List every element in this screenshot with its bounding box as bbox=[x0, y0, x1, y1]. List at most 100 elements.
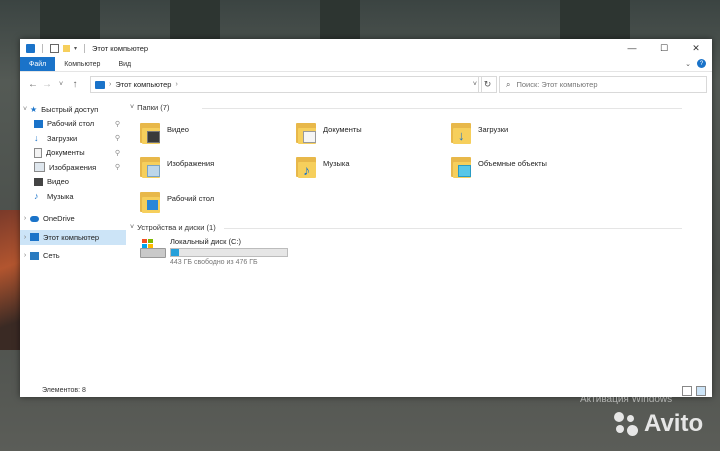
activation-title: Активация Windows bbox=[580, 394, 673, 405]
pin-icon[interactable]: ⚲ bbox=[115, 149, 120, 157]
minimize-button[interactable]: — bbox=[616, 39, 648, 57]
drive-usage-bar bbox=[170, 248, 288, 257]
background-car bbox=[0, 210, 22, 350]
up-button[interactable]: ↑ bbox=[68, 79, 82, 90]
chevron-right-icon[interactable]: › bbox=[20, 234, 30, 241]
sidebar-item-onedrive[interactable]: › OneDrive bbox=[20, 212, 126, 227]
avito-logo-icon bbox=[612, 410, 640, 438]
music-note-icon: ♪ bbox=[34, 191, 39, 202]
sidebar-item-quick-access[interactable]: ˅ ★ Быстрый доступ bbox=[20, 102, 126, 117]
refresh-button[interactable]: ↻ bbox=[478, 76, 497, 93]
documents-folder-icon bbox=[296, 119, 318, 145]
expand-ribbon-icon[interactable]: ⌄ bbox=[685, 60, 691, 68]
pin-icon[interactable]: ⚲ bbox=[115, 134, 120, 142]
folder-label: Объемные объекты bbox=[478, 159, 547, 168]
details-view-icon[interactable] bbox=[682, 386, 692, 396]
search-box[interactable]: ⌕ bbox=[499, 76, 707, 93]
sidebar-item-pictures[interactable]: Изображения ⚲ bbox=[20, 160, 126, 175]
folder-3d-objects[interactable]: Объемные объекты bbox=[451, 153, 601, 187]
large-icons-view-icon[interactable] bbox=[696, 386, 706, 396]
pin-icon[interactable]: ⚲ bbox=[115, 120, 120, 128]
tab-computer[interactable]: Компьютер bbox=[55, 57, 109, 71]
folder-label: Видео bbox=[167, 125, 189, 134]
sidebar-item-label: Изображения bbox=[49, 162, 97, 172]
forward-button[interactable]: → bbox=[40, 79, 54, 90]
properties-icon[interactable] bbox=[50, 43, 59, 53]
folder-desktop[interactable]: Рабочий стол bbox=[140, 188, 290, 222]
folder-downloads[interactable]: ↓ Загрузки bbox=[451, 119, 601, 153]
downloads-folder-icon: ↓ bbox=[451, 119, 473, 145]
sidebar-item-this-pc[interactable]: › Этот компьютер bbox=[20, 230, 126, 245]
sidebar-item-video[interactable]: Видео bbox=[20, 175, 126, 190]
chevron-down-icon[interactable]: ˅ bbox=[473, 81, 477, 88]
drive-c[interactable]: Локальный диск (C:) 443 ГБ свободно из 4… bbox=[138, 237, 288, 266]
devices-group-header[interactable]: ˅ Устройства и диски (1) bbox=[130, 223, 682, 232]
folder-label: Рабочий стол bbox=[167, 194, 215, 203]
sidebar-item-documents[interactable]: Документы ⚲ bbox=[20, 146, 126, 161]
chevron-right-icon: › bbox=[109, 81, 112, 88]
search-input[interactable] bbox=[514, 79, 699, 90]
document-icon bbox=[34, 147, 42, 158]
sidebar-item-label: Рабочий стол bbox=[47, 119, 95, 129]
window-controls: — ☐ ✕ bbox=[616, 39, 712, 57]
chevron-right-icon: › bbox=[175, 81, 178, 88]
tab-view[interactable]: Вид bbox=[109, 57, 140, 71]
star-icon: ★ bbox=[30, 104, 38, 114]
chevron-right-icon[interactable]: › bbox=[20, 252, 30, 259]
cloud-icon bbox=[30, 215, 39, 222]
chevron-down-icon[interactable]: ˅ bbox=[20, 106, 30, 113]
address-bar[interactable]: › Этот компьютер › ˅ bbox=[90, 76, 482, 93]
sidebar-item-label: Загрузки bbox=[47, 133, 78, 143]
recent-locations-button[interactable]: ˅ bbox=[54, 81, 68, 88]
drive-free-space: 443 ГБ свободно из 476 ГБ bbox=[170, 259, 258, 266]
sidebar-item-label: Видео bbox=[47, 177, 69, 187]
folder-music[interactable]: ♪ Музыка bbox=[296, 153, 446, 187]
back-button[interactable]: ← bbox=[26, 79, 40, 90]
window-title: Этот компьютер bbox=[92, 43, 149, 53]
ribbon-right: ⌄ ? bbox=[685, 59, 706, 68]
close-button[interactable]: ✕ bbox=[680, 39, 712, 57]
help-icon[interactable]: ? bbox=[697, 59, 706, 68]
sidebar-item-label: Этот компьютер bbox=[43, 232, 100, 242]
drive-name: Локальный диск (C:) bbox=[170, 237, 241, 246]
breadcrumb[interactable]: Этот компьютер bbox=[115, 80, 171, 89]
sidebar-item-music[interactable]: ♪ Музыка bbox=[20, 189, 126, 204]
sidebar-item-network[interactable]: › Сеть bbox=[20, 249, 126, 264]
item-count: Элементов: 8 bbox=[42, 387, 86, 394]
network-icon bbox=[30, 251, 39, 260]
folder-label: Музыка bbox=[323, 159, 350, 168]
folders-group-header[interactable]: ˅ Папки (7) bbox=[130, 103, 682, 112]
new-folder-icon[interactable] bbox=[63, 44, 70, 52]
this-pc-icon bbox=[26, 43, 35, 53]
navigation-pane: ˅ ★ Быстрый доступ Рабочий стол ⚲ ↓ Загр… bbox=[20, 99, 126, 379]
chevron-down-icon[interactable]: ˅ bbox=[130, 104, 134, 111]
divider bbox=[84, 43, 86, 53]
folder-video[interactable]: Видео bbox=[140, 119, 290, 153]
tab-file[interactable]: Файл bbox=[20, 57, 56, 71]
chevron-down-icon[interactable]: ˅ bbox=[130, 224, 134, 231]
pin-icon[interactable]: ⚲ bbox=[115, 163, 120, 171]
download-icon: ↓ bbox=[34, 133, 39, 144]
folder-label: Документы bbox=[323, 125, 362, 134]
video-folder-icon bbox=[140, 119, 162, 145]
maximize-button[interactable]: ☐ bbox=[648, 39, 680, 57]
sidebar-item-label: Музыка bbox=[47, 191, 74, 201]
group-title: Устройства и диски (1) bbox=[137, 223, 216, 232]
content-area: ˅ Папки (7) Видео Документы ↓ Загрузки И… bbox=[126, 99, 712, 379]
customize-toolbar-icon[interactable]: ▾ bbox=[74, 45, 77, 52]
sidebar-item-downloads[interactable]: ↓ Загрузки ⚲ bbox=[20, 131, 126, 146]
sidebar-item-label: Быстрый доступ bbox=[41, 104, 99, 114]
drive-info: Локальный диск (C:) 443 ГБ свободно из 4… bbox=[170, 237, 288, 266]
divider bbox=[202, 108, 682, 109]
folder-pictures[interactable]: Изображения bbox=[140, 153, 290, 187]
folder-documents[interactable]: Документы bbox=[296, 119, 446, 153]
picture-icon bbox=[34, 162, 45, 173]
sidebar-item-desktop[interactable]: Рабочий стол ⚲ bbox=[20, 117, 126, 132]
divider bbox=[224, 228, 682, 229]
quick-access-toolbar: ▾ bbox=[20, 43, 88, 53]
background-tree bbox=[40, 0, 100, 42]
explorer-window: ▾ Этот компьютер — ☐ ✕ Файл Компьютер Ви… bbox=[20, 39, 712, 397]
3d-objects-folder-icon bbox=[451, 153, 473, 179]
chevron-right-icon[interactable]: › bbox=[20, 215, 30, 222]
background-tree bbox=[320, 0, 360, 42]
